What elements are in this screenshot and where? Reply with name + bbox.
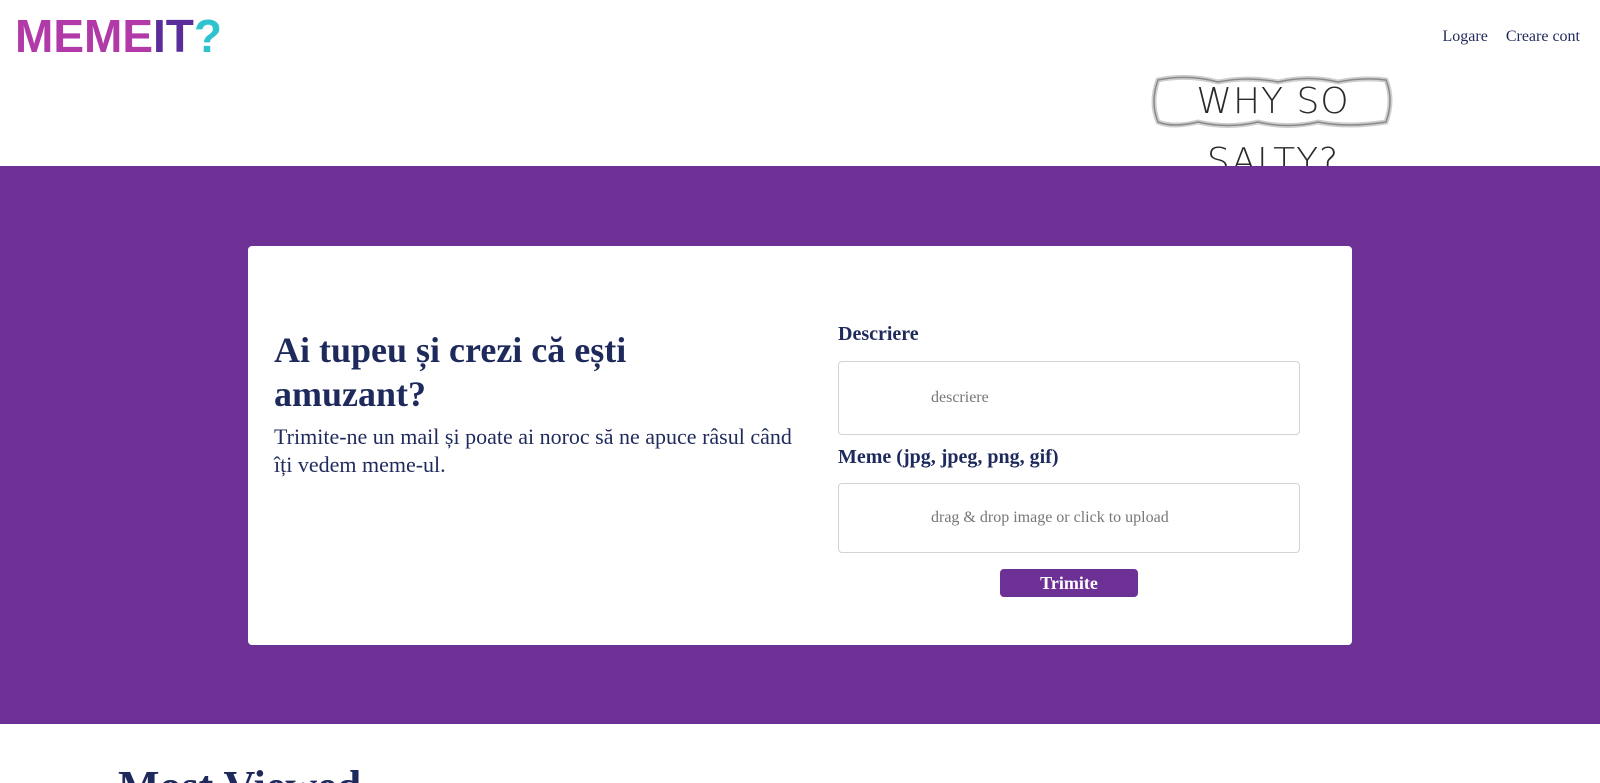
signup-link[interactable]: Creare cont	[1506, 28, 1580, 45]
description-placeholder: descriere	[931, 389, 989, 406]
top-nav: Logare Creare cont	[1429, 28, 1581, 46]
salty-banner-text: WHY SO SALTY?	[1196, 81, 1350, 182]
hero-lead: Trimite-ne un mail și poate ai noroc să …	[274, 424, 792, 477]
logo-part-it: IT	[153, 10, 194, 62]
submit-meme-card: Ai tupeu și crezi că ești amuzant? Trimi…	[248, 246, 1352, 645]
why-so-salty-banner: WHY SO SALTY?	[1148, 72, 1398, 182]
description-label: Descriere	[838, 323, 919, 345]
meme-label: Meme (jpg, jpeg, png, gif)	[838, 446, 1059, 468]
login-link[interactable]: Logare	[1443, 28, 1488, 45]
header: MEMEIT? Logare Creare cont WHY SO SALTY?	[0, 0, 1600, 182]
upload-hint: drag & drop image or click to upload	[931, 509, 1169, 526]
hero-title: Ai tupeu și crezi că ești amuzant?	[274, 330, 627, 414]
page: MEMEIT? Logare Creare cont WHY SO SALTY?…	[0, 0, 1600, 783]
most-viewed-heading: Most Viewed	[118, 762, 361, 783]
description-field[interactable]: descriere	[838, 361, 1300, 435]
meme-upload-dropzone[interactable]: drag & drop image or click to upload	[838, 483, 1300, 553]
submit-button[interactable]: Trimite	[1000, 569, 1138, 597]
logo-part-question: ?	[193, 10, 222, 62]
memeit-logo[interactable]: MEMEIT?	[15, 9, 222, 63]
logo-part-meme: MEME	[15, 10, 153, 62]
